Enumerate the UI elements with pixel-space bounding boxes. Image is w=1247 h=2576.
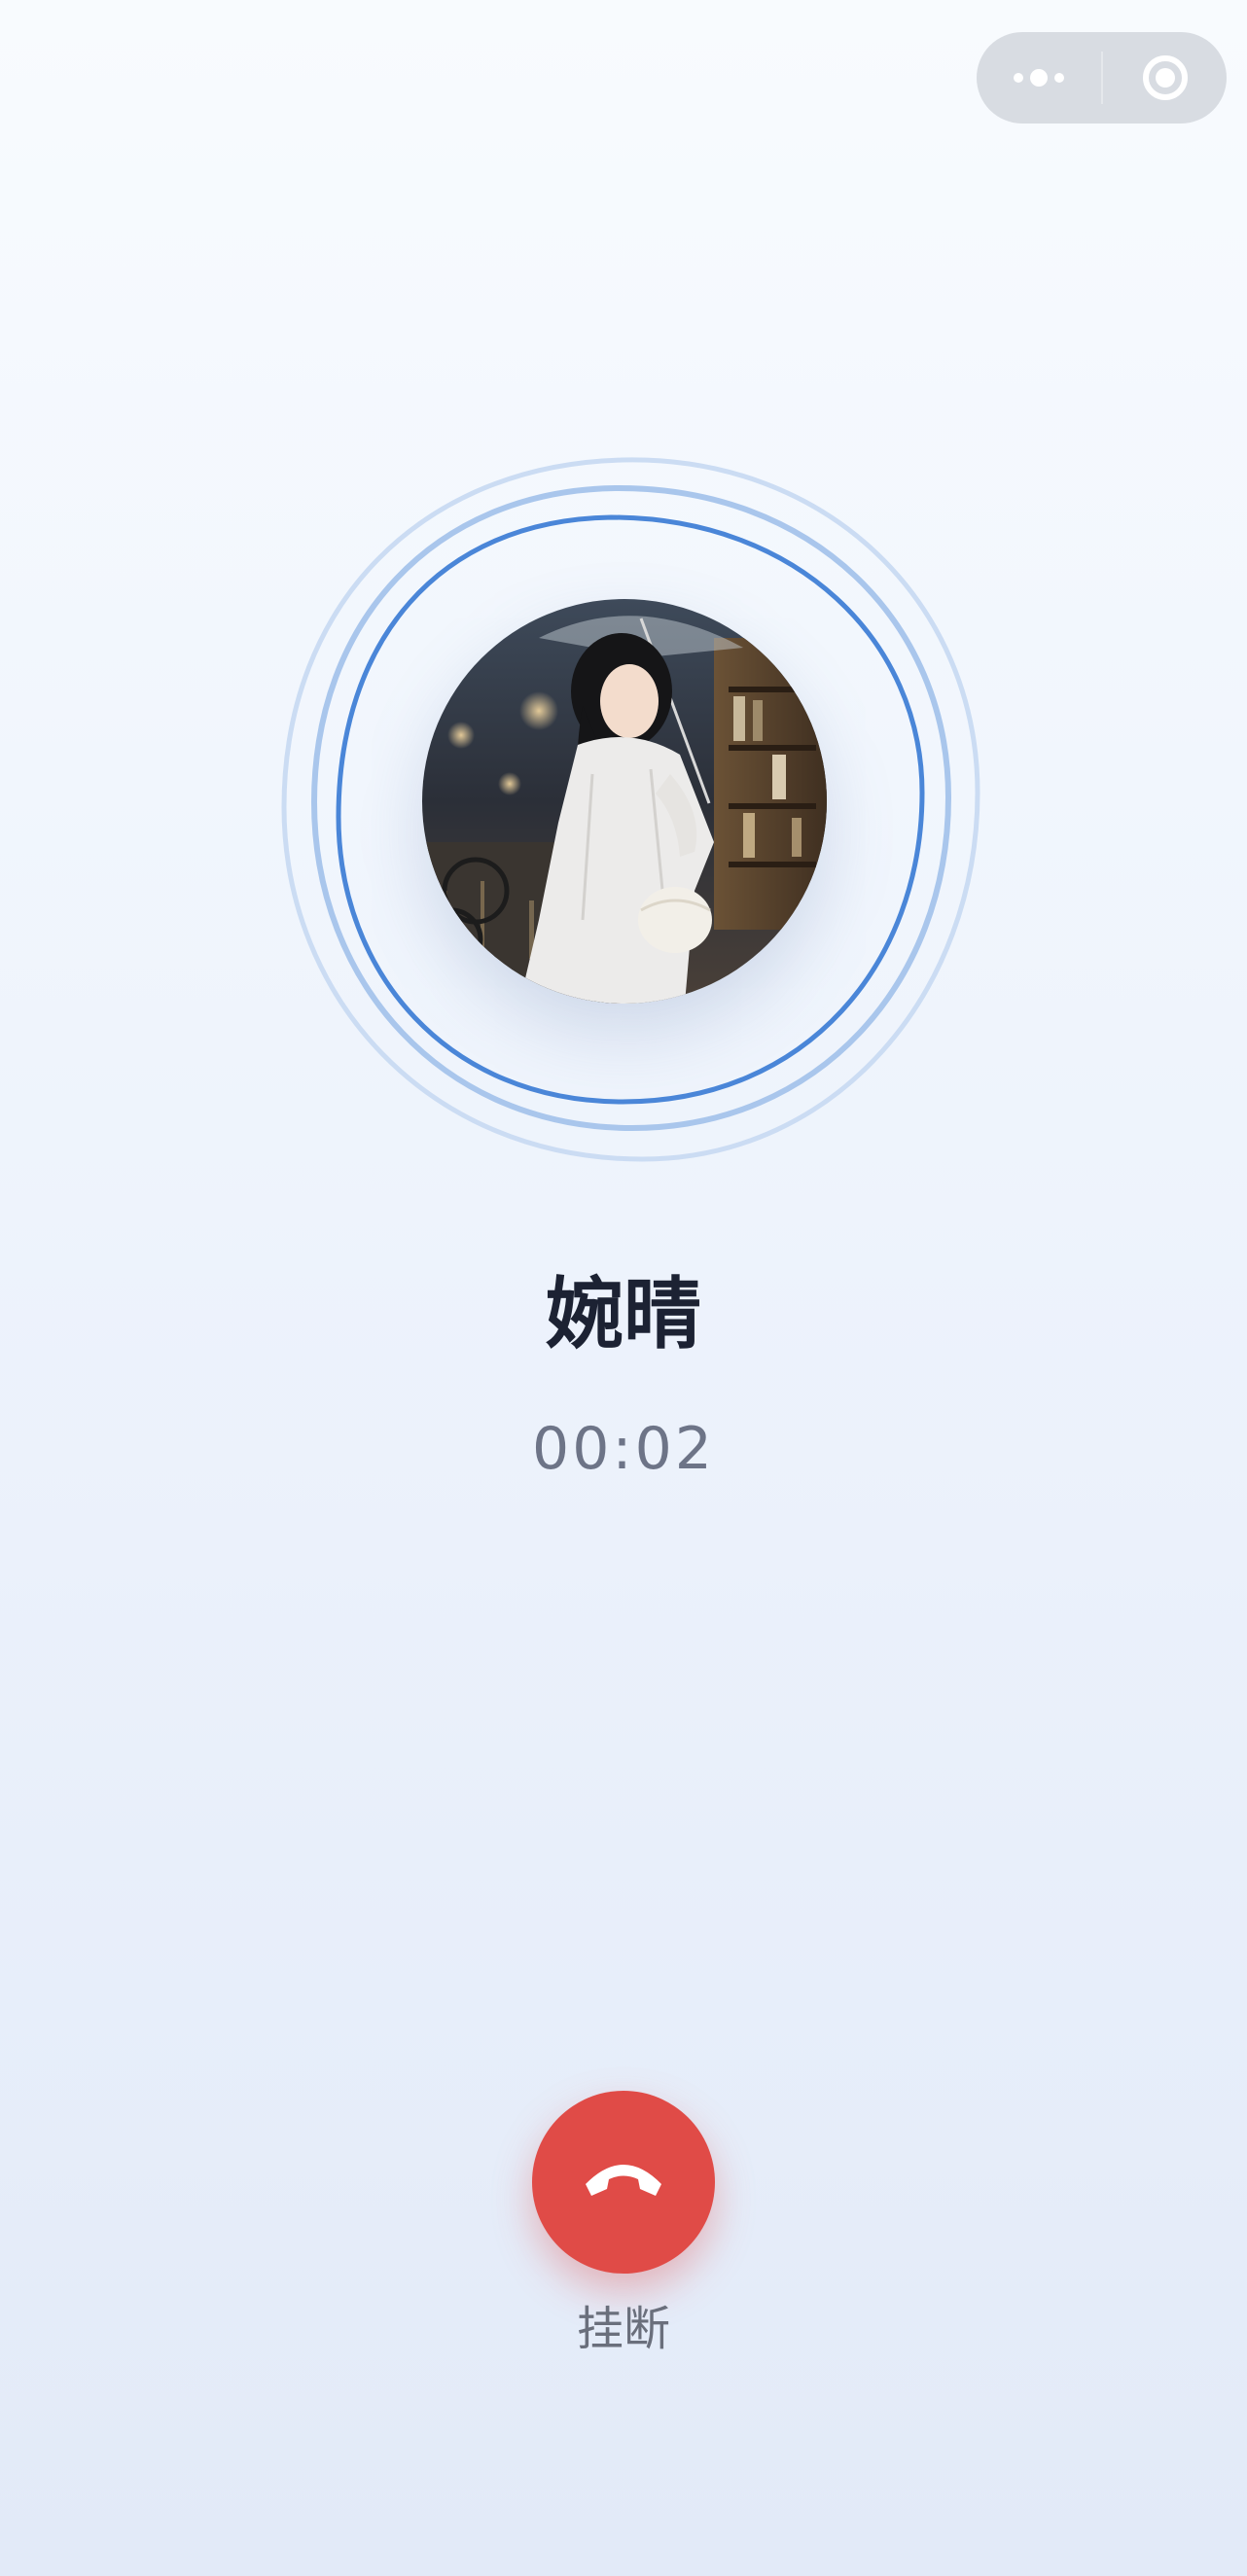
hangup-button[interactable] [532, 2091, 715, 2274]
contact-name: 婉晴 [546, 1269, 701, 1359]
call-duration: 00:02 [532, 1415, 715, 1483]
phone-hangup-icon [586, 2165, 661, 2196]
contact-avatar-photo [422, 599, 827, 1004]
hangup-label: 挂断 [576, 2302, 670, 2356]
contact-avatar [422, 599, 827, 1004]
